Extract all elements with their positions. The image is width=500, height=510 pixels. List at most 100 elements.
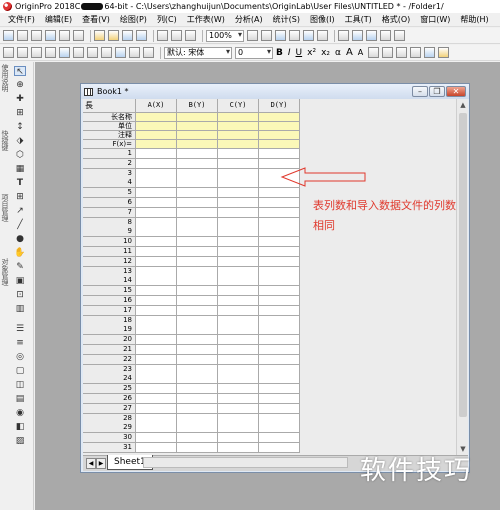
row-number[interactable]: 21 (83, 345, 136, 355)
open-template-icon[interactable] (108, 30, 119, 41)
sort-icon[interactable] (45, 47, 56, 58)
meta-row-label[interactable]: F(x)= (83, 140, 136, 149)
data-cell[interactable] (177, 188, 218, 199)
menu-help[interactable]: 帮助(H) (460, 14, 488, 25)
data-cell[interactable] (177, 256, 218, 267)
data-cell[interactable] (218, 198, 259, 208)
data-cell[interactable] (136, 168, 177, 179)
code-builder-icon[interactable] (338, 30, 349, 41)
data-cell[interactable] (259, 296, 300, 306)
data-cell[interactable] (259, 335, 300, 346)
data-cell[interactable] (177, 364, 218, 375)
meta-cell[interactable] (259, 131, 300, 140)
row-number[interactable]: 18 (83, 315, 136, 326)
data-cell[interactable] (259, 374, 300, 385)
row-number[interactable]: 10 (83, 237, 136, 248)
data-cell[interactable] (218, 207, 259, 218)
meta-cell[interactable] (177, 122, 218, 131)
font-color-icon[interactable] (438, 47, 450, 58)
data-cell[interactable] (259, 403, 300, 414)
data-cell[interactable] (259, 237, 300, 248)
data-cell[interactable] (136, 158, 177, 169)
data-cell[interactable] (177, 168, 218, 179)
menu-tools[interactable]: 工具(T) (345, 14, 372, 25)
add-column-icon[interactable] (380, 30, 391, 41)
print-icon[interactable] (171, 30, 182, 41)
new-folder-icon[interactable] (17, 30, 28, 41)
new-function-icon[interactable] (73, 30, 84, 41)
gadget-tool-icon[interactable]: ◫ (14, 380, 26, 390)
data-cell[interactable] (218, 364, 259, 375)
corner-select-all[interactable]: 長 (83, 99, 136, 113)
append-icon[interactable] (143, 47, 154, 58)
data-cell[interactable] (259, 354, 300, 365)
save-template-icon[interactable] (136, 30, 147, 41)
meta-cell[interactable] (218, 122, 259, 131)
row-number[interactable]: 28 (83, 413, 136, 424)
meta-cell[interactable] (218, 131, 259, 140)
row-number[interactable]: 3 (83, 168, 136, 179)
data-cell[interactable] (136, 345, 177, 355)
menu-view[interactable]: 查看(V) (82, 14, 110, 25)
data-cell[interactable] (136, 403, 177, 414)
data-cell[interactable] (259, 276, 300, 287)
color-tool-icon[interactable]: ◎ (14, 352, 26, 362)
border-icon[interactable] (410, 47, 422, 58)
data-cell[interactable] (218, 345, 259, 355)
message-log-icon[interactable] (303, 30, 314, 41)
subscript-button[interactable]: x₂ (321, 48, 330, 58)
data-cell[interactable] (177, 247, 218, 257)
data-cell[interactable] (177, 315, 218, 326)
duplicate-icon[interactable] (247, 30, 258, 41)
menu-file[interactable]: 文件(F) (8, 14, 35, 25)
data-cell[interactable] (136, 354, 177, 365)
tab-label-object-manager[interactable]: 对象管理 (1, 258, 10, 286)
data-cell[interactable] (177, 237, 218, 248)
data-cell[interactable] (218, 237, 259, 248)
data-cell[interactable] (136, 443, 177, 453)
meta-cell[interactable] (218, 140, 259, 149)
data-cell[interactable] (177, 384, 218, 395)
meta-row-label[interactable]: 单位 (83, 122, 136, 131)
meta-cell[interactable] (259, 122, 300, 131)
freeze-panes-icon[interactable] (87, 47, 98, 58)
data-cell[interactable] (177, 433, 218, 444)
data-cell[interactable] (259, 413, 300, 424)
data-cell[interactable] (259, 315, 300, 326)
data-cell[interactable] (177, 394, 218, 404)
data-cell[interactable] (259, 305, 300, 316)
row-number[interactable]: 23 (83, 364, 136, 375)
data-cell[interactable] (177, 345, 218, 355)
decrease-font-button[interactable]: A (358, 48, 363, 57)
meta-row-label[interactable]: 长名称 (83, 113, 136, 122)
circle-tool-icon[interactable]: ● (14, 234, 26, 244)
data-cell[interactable] (136, 198, 177, 208)
data-cell[interactable] (259, 247, 300, 257)
draw-data-icon[interactable]: ✎ (14, 262, 26, 272)
tab-next-icon[interactable]: ▶ (96, 458, 106, 469)
scroll-up-icon[interactable]: ▲ (457, 99, 469, 111)
row-number[interactable]: 17 (83, 305, 136, 316)
meta-cell[interactable] (136, 113, 177, 122)
horizontal-scrollbar[interactable] (143, 457, 348, 468)
eraser-tool-icon[interactable]: ▥ (14, 304, 26, 314)
row-number[interactable]: 9 (83, 227, 136, 238)
region-select-icon[interactable]: ⬡ (14, 150, 26, 160)
data-cell[interactable] (218, 325, 259, 336)
line-tool-icon[interactable]: ╱ (14, 220, 26, 230)
project-explorer-icon[interactable] (275, 30, 286, 41)
new-workbook-icon[interactable] (31, 30, 42, 41)
data-cell[interactable] (259, 198, 300, 208)
data-cell[interactable] (177, 335, 218, 346)
data-cell[interactable] (259, 433, 300, 444)
tab-label-project-explorer[interactable]: 项目管理 (1, 194, 10, 222)
data-cell[interactable] (136, 374, 177, 385)
data-cell[interactable] (177, 266, 218, 277)
row-number[interactable]: 19 (83, 325, 136, 336)
open-icon[interactable] (94, 30, 105, 41)
tab-label-instructions[interactable]: 使用说明 (1, 64, 10, 92)
data-cell[interactable] (136, 325, 177, 336)
new-matrix-icon[interactable] (59, 30, 70, 41)
data-cell[interactable] (177, 149, 218, 159)
data-cell[interactable] (177, 158, 218, 169)
